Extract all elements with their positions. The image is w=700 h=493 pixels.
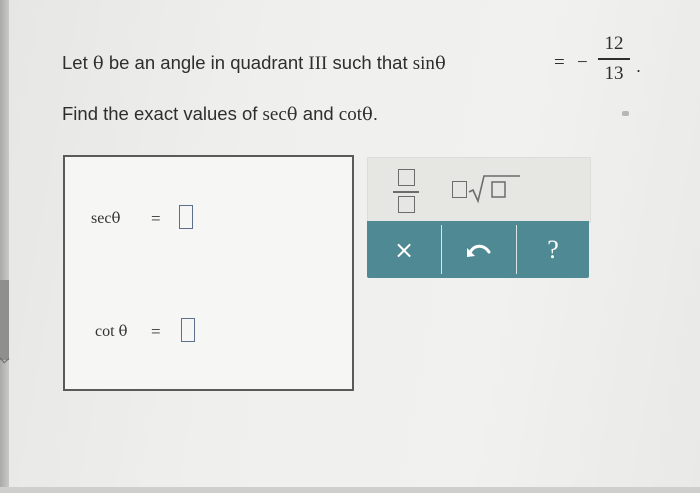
keypad-action-bar: × ?: [367, 221, 589, 278]
sentence-period: .: [636, 56, 642, 76]
question-text-such-that: such that: [332, 52, 408, 73]
question-text-middle: be an angle in quadrant: [108, 52, 304, 73]
fraction-icon-bar: [393, 191, 419, 193]
root-index-box: [452, 181, 467, 198]
theta-symbol: θ: [92, 53, 104, 74]
question-text-and: and: [302, 103, 334, 124]
sec-function: sec: [262, 104, 287, 125]
fraction-icon[interactable]: [384, 165, 428, 219]
fraction-denominator: 13: [604, 62, 624, 84]
question-line-1: Let θ be an angle in quadrant III such t…: [62, 52, 446, 75]
undo-arrow: [467, 244, 491, 257]
left-edge-shade: [0, 280, 9, 360]
sec-answer-input[interactable]: [179, 205, 193, 229]
help-icon[interactable]: ?: [517, 221, 589, 278]
small-indicator-icon: [622, 111, 629, 116]
left-window-edge: [0, 0, 9, 493]
cot-answer-input[interactable]: [181, 318, 195, 342]
sine-fraction: 12 13: [596, 32, 632, 86]
sec-label-func: sec: [91, 210, 112, 227]
theta-symbol-sec: θ: [286, 104, 298, 125]
quadrant-numeral: III: [308, 53, 328, 74]
question-period: .: [372, 103, 378, 124]
answer-box: secθ = cot θ =: [63, 155, 354, 391]
sin-function: sin: [412, 53, 435, 74]
fraction-bar: [598, 58, 630, 60]
cot-function: cot: [338, 104, 363, 125]
undo-icon[interactable]: [442, 221, 516, 278]
fraction-numerator-box: [398, 169, 415, 186]
theta-symbol-cot: θ: [362, 104, 373, 125]
theta-symbol-sin: θ: [434, 53, 446, 74]
minus-sign: −: [577, 52, 588, 73]
square-root-icon[interactable]: [448, 171, 524, 205]
question-line-2: Find the exact values of secθ and cotθ.: [62, 103, 378, 126]
cot-label-func: cot: [95, 323, 115, 340]
question-text-let: Let: [62, 52, 88, 73]
cot-label-theta: θ: [118, 322, 128, 340]
radical-sign: [468, 175, 520, 204]
equals-sign: =: [554, 52, 565, 73]
fraction-numerator: 12: [604, 33, 624, 54]
bottom-window-edge: [0, 487, 700, 493]
cot-equals: =: [151, 322, 161, 341]
clear-icon[interactable]: ×: [367, 221, 441, 278]
sec-label-theta: θ: [111, 209, 121, 227]
sec-label: secθ: [91, 209, 120, 228]
fraction-denominator-box: [398, 196, 415, 213]
cot-label: cot θ: [95, 322, 128, 341]
math-keypad-palette: [367, 157, 591, 223]
question-text-find: Find the exact values of: [62, 103, 258, 124]
sec-equals: =: [151, 209, 161, 228]
